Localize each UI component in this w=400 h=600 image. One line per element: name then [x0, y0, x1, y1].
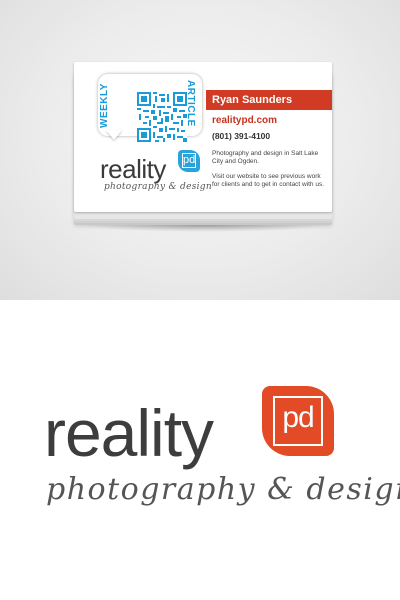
card-name-banner: Ryan Saunders: [206, 90, 332, 110]
logo-mark-text: pd: [273, 396, 323, 446]
qr-area: WEEKLY ARTICLE: [95, 74, 205, 142]
business-card-photo: WEEKLY ARTICLE Ryan Saunders realitypd.c…: [0, 0, 400, 300]
logo-word: reality: [44, 396, 214, 470]
card-description-location: Photography and design in Salt Lake City…: [212, 150, 319, 165]
card-phone: (801) 391-4100: [212, 131, 271, 141]
qr-label-weekly: WEEKLY: [99, 83, 110, 128]
card-logo-mark-text: pd: [182, 153, 196, 168]
card-logo-word: reality: [100, 154, 166, 184]
card-logo-tagline: photography & design: [104, 182, 212, 192]
logo-mark: pd: [262, 386, 334, 456]
card-logo-mark: pd: [178, 150, 200, 172]
card-website: realitypd.com: [212, 115, 278, 126]
card-description-visit: Visit our website to see previous work f…: [212, 173, 325, 188]
logo-tagline: photography & design: [46, 472, 400, 507]
qr-code-icon: [137, 92, 187, 142]
card-shadow: [78, 218, 330, 232]
business-card: WEEKLY ARTICLE Ryan Saunders realitypd.c…: [74, 62, 332, 212]
